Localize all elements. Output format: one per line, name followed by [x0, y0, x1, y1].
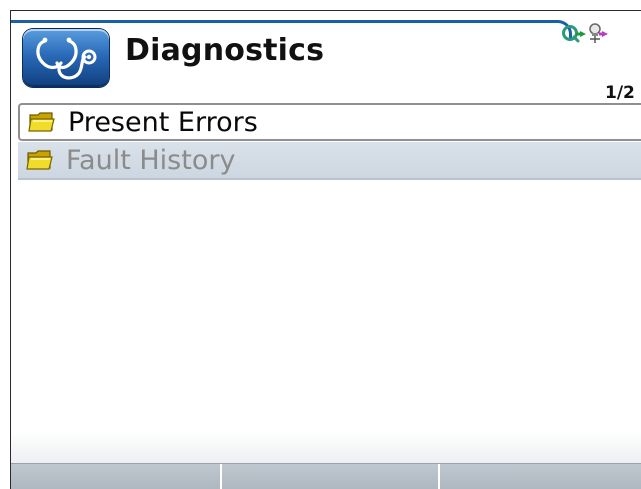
- stethoscope-icon: [23, 29, 109, 87]
- menu-item-label: Fault History: [66, 144, 236, 176]
- softkey-middle[interactable]: [222, 464, 440, 489]
- menu-item-fault-history[interactable]: Fault History: [18, 142, 641, 180]
- folder-icon: [28, 110, 56, 134]
- diagnostics-screen: Diagnostics 1/2 Present Errors Fault His…: [11, 11, 641, 489]
- network-status-icon: [562, 25, 586, 43]
- softkey-bar: [11, 463, 641, 489]
- softkey-area-fade: [11, 431, 641, 465]
- menu-item-present-errors[interactable]: Present Errors: [18, 103, 641, 141]
- softkey-left[interactable]: [11, 464, 222, 489]
- menu-item-label: Present Errors: [68, 106, 258, 138]
- device-screen-frame: Diagnostics 1/2 Present Errors Fault His…: [0, 0, 641, 489]
- header-accent-line: [11, 20, 554, 23]
- status-icons: [559, 21, 641, 45]
- softkey-right[interactable]: [440, 464, 641, 489]
- page-indicator: 1/2: [605, 83, 635, 103]
- folder-icon: [26, 148, 54, 172]
- power-status-icon: [589, 23, 608, 43]
- page-title: Diagnostics: [125, 33, 325, 68]
- diagnostics-menu-list: Present Errors Fault History: [18, 103, 641, 180]
